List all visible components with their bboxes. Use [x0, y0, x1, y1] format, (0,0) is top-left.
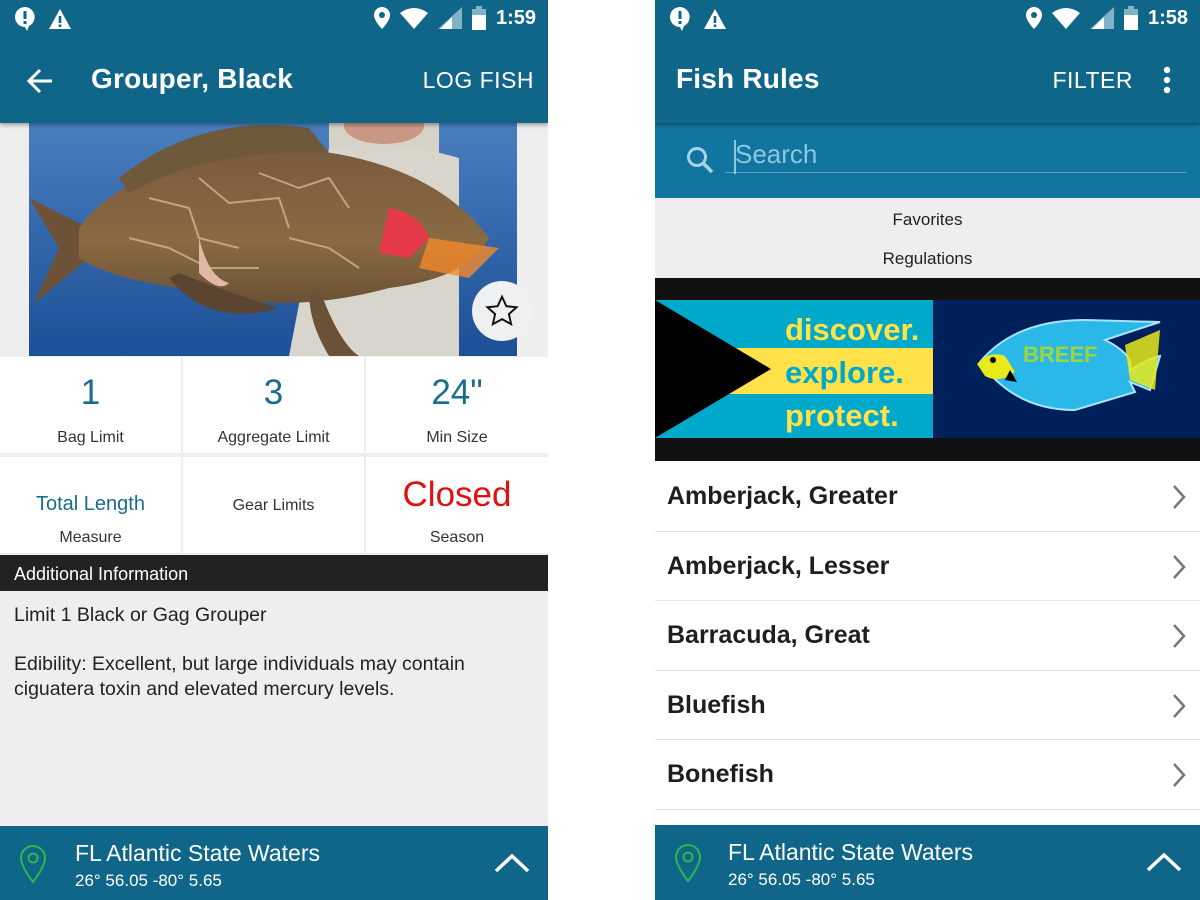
star-outline-icon	[485, 294, 519, 327]
stat-value: 1	[80, 373, 101, 412]
stat-min-size: 24" Min Size	[366, 357, 548, 453]
chevron-up-icon[interactable]	[1146, 851, 1182, 878]
location-coords: 26° 56.05 -80° 5.65	[728, 870, 875, 889]
list-item[interactable]: Bonefish	[655, 740, 1200, 810]
location-coords: 26° 56.05 -80° 5.65	[75, 871, 222, 890]
regulation-stats-grid: 1 Bag Limit 3 Aggregate Limit 24" Min Si…	[0, 357, 548, 553]
app-bar: 1:58 Fish Rules FILTER	[655, 0, 1200, 123]
alert-bubble-icon	[14, 6, 36, 32]
logo-text: BREEF	[1023, 342, 1098, 367]
stat-label: Aggregate Limit	[217, 429, 330, 446]
location-name: FL Atlantic State Waters	[728, 839, 974, 865]
map-pin-icon	[18, 844, 48, 889]
warning-icon	[48, 8, 72, 30]
search-icon	[685, 145, 715, 180]
fish-detail-screen: 1:59 Grouper, Black LOG FISH 1 Bag Limit…	[0, 0, 548, 900]
stat-label: Gear Limits	[232, 497, 315, 514]
chevron-right-icon	[1172, 484, 1186, 515]
stat-measure: Total Length Measure	[0, 457, 181, 553]
battery-icon	[1123, 6, 1138, 30]
signal-icon	[437, 7, 462, 29]
list-item[interactable]: Bluefish	[655, 670, 1200, 740]
list-item[interactable]: Barracuda, Great	[655, 601, 1200, 671]
search-input[interactable]	[725, 137, 1186, 173]
banner-line: discover.	[785, 312, 919, 347]
stat-value: 24"	[431, 373, 483, 412]
more-vert-icon[interactable]	[1162, 66, 1172, 99]
stat-season: Closed Season	[366, 457, 548, 553]
page-title: Grouper, Black	[91, 63, 293, 94]
location-footer[interactable]: FL Atlantic State Waters 26° 56.05 -80° …	[0, 826, 548, 900]
stat-label: Min Size	[426, 429, 488, 446]
tab-regulations[interactable]: Regulations	[655, 249, 1200, 269]
additional-info-header: Additional Information	[0, 555, 548, 591]
stat-label: Bag Limit	[57, 429, 124, 446]
fish-name: Bonefish	[667, 760, 774, 788]
stat-value: Total Length	[36, 493, 145, 515]
stat-bag-limit: 1 Bag Limit	[0, 357, 181, 453]
location-icon	[1025, 7, 1042, 29]
info-paragraph: Edibility: Excellent, but large individu…	[14, 653, 465, 700]
location-name: FL Atlantic State Waters	[75, 840, 321, 866]
list-tabs: Favorites Regulations	[655, 198, 1200, 278]
fish-photo	[29, 118, 517, 356]
log-fish-button[interactable]: LOG FISH	[423, 67, 534, 94]
stat-label: Season	[429, 529, 485, 546]
list-item[interactable]: Amberjack, Lesser	[655, 531, 1200, 601]
fish-list-screen: 1:58 Fish Rules FILTER Favorites Regulat…	[655, 0, 1200, 900]
fish-name: Amberjack, Lesser	[667, 551, 890, 580]
banner-line: protect.	[785, 398, 899, 433]
app-bar: 1:59 Grouper, Black LOG FISH	[0, 0, 548, 123]
fish-list: Amberjack, Greater Amberjack, Lesser Bar…	[655, 462, 1200, 810]
alert-bubble-icon	[669, 6, 691, 32]
text-caret	[734, 140, 736, 174]
status-time: 1:58	[1147, 6, 1188, 29]
stat-label: Measure	[59, 529, 122, 546]
breef-ad-banner[interactable]: discover. explore. protect. BREEF	[655, 278, 1200, 461]
status-time: 1:59	[495, 6, 536, 29]
favorite-button[interactable]	[472, 281, 532, 341]
back-button[interactable]	[24, 64, 58, 98]
chevron-right-icon	[1172, 623, 1186, 654]
fish-name: Bluefish	[667, 690, 766, 719]
stat-value: 3	[263, 373, 284, 412]
stat-gear-limits[interactable]: Gear Limits	[183, 457, 364, 553]
stat-aggregate-limit: 3 Aggregate Limit	[183, 357, 364, 453]
chevron-right-icon	[1172, 554, 1186, 585]
filter-button[interactable]: FILTER	[1052, 67, 1133, 94]
toolbar: Grouper, Black LOG FISH	[0, 38, 548, 123]
wifi-icon	[1051, 7, 1080, 29]
arrow-left-icon	[26, 68, 52, 94]
fish-name: Amberjack, Greater	[667, 482, 898, 510]
additional-info-text: Limit 1 Black or Gag Grouper Edibility: …	[14, 603, 534, 726]
status-bar: 1:59	[0, 0, 548, 38]
map-pin-icon	[673, 843, 703, 888]
list-item[interactable]: Amberjack, Greater	[655, 462, 1200, 532]
banner-line: explore.	[785, 355, 904, 390]
season-status: Closed	[402, 475, 512, 514]
search-bar	[655, 123, 1200, 198]
warning-icon	[703, 8, 727, 30]
app-title: Fish Rules	[676, 63, 820, 94]
tab-favorites[interactable]: Favorites	[655, 210, 1200, 230]
chevron-up-icon[interactable]	[494, 852, 530, 879]
info-paragraph: Limit 1 Black or Gag Grouper	[14, 604, 267, 626]
status-bar: 1:58	[655, 0, 1200, 38]
wifi-icon	[399, 7, 428, 29]
fish-name: Barracuda, Great	[667, 621, 870, 649]
battery-icon	[471, 6, 486, 30]
location-footer[interactable]: FL Atlantic State Waters 26° 56.05 -80° …	[655, 825, 1200, 900]
toolbar: Fish Rules FILTER	[655, 38, 1200, 123]
chevron-right-icon	[1172, 693, 1186, 724]
location-icon	[373, 7, 390, 29]
chevron-right-icon	[1172, 762, 1186, 793]
signal-icon	[1089, 7, 1114, 29]
